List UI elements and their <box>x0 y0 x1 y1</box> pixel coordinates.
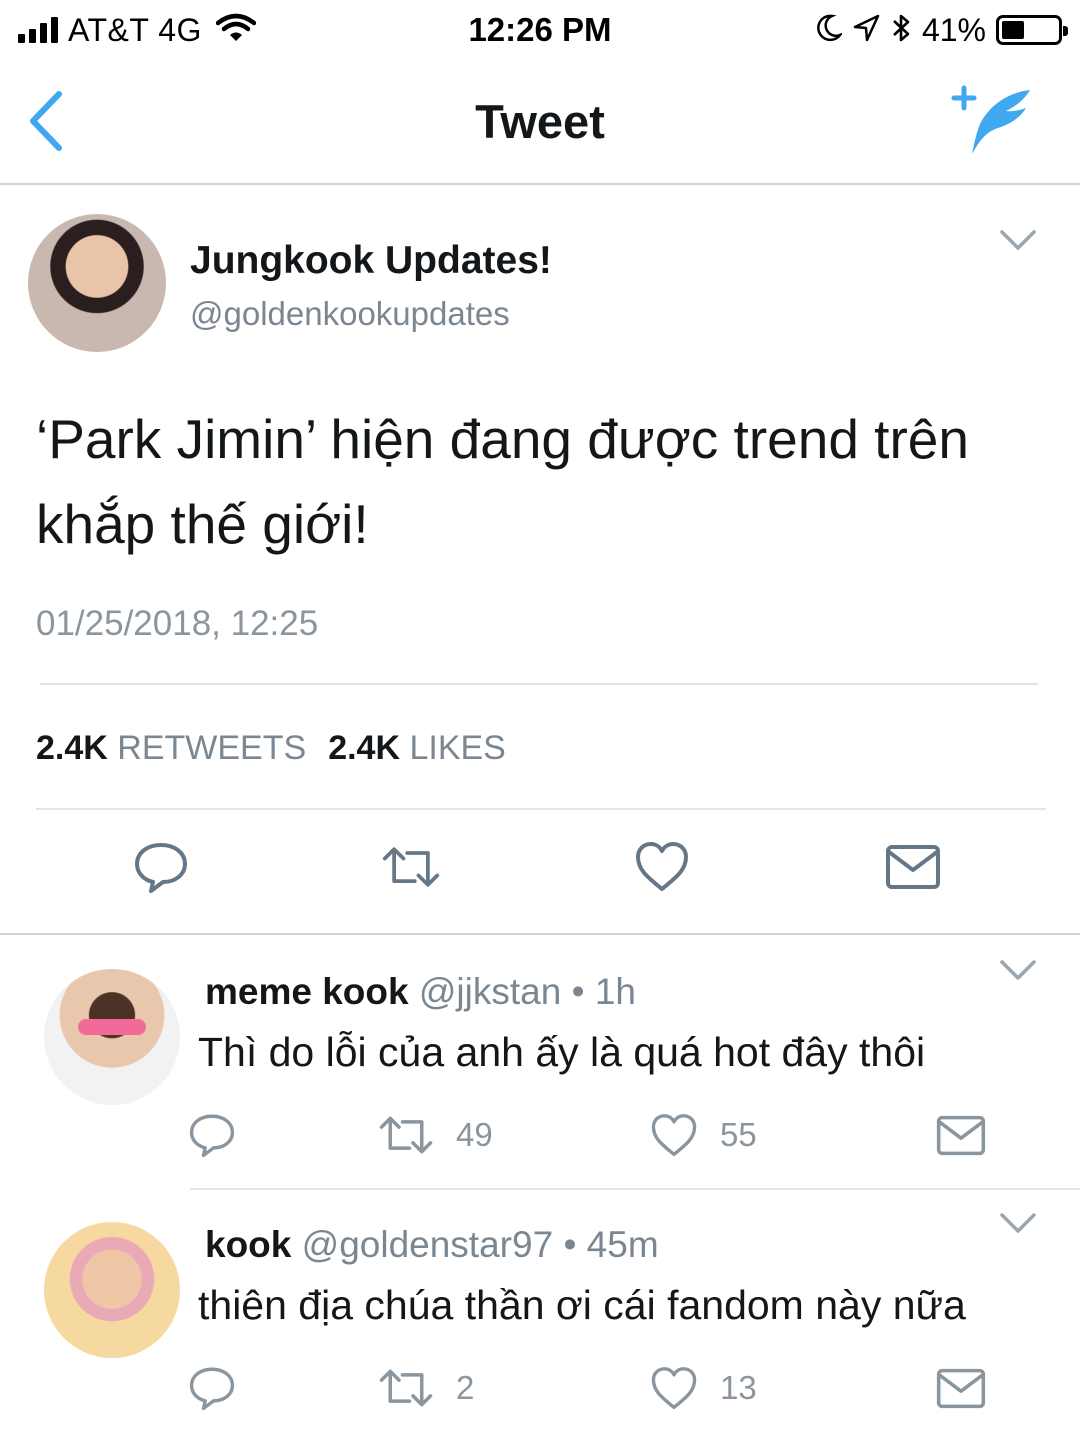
likes-count: 2.4K <box>328 729 401 767</box>
signal-icon <box>18 17 58 43</box>
compose-tweet-button[interactable] <box>950 84 1040 160</box>
status-left: AT&T 4G <box>18 10 257 50</box>
author-name[interactable]: Jungkook Updates! <box>190 239 552 283</box>
bluetooth-icon <box>890 12 912 49</box>
status-bar: AT&T 4G 12:26 PM 41% <box>0 0 1080 62</box>
tweet-stats: 2.4K RETWEETS 2.4K LIKES <box>36 729 506 768</box>
reply-button[interactable] <box>188 1360 236 1416</box>
likes-label: LIKES <box>409 729 506 767</box>
reply-author-handle[interactable]: @goldenstar97 <box>302 1224 554 1265</box>
reply-icon <box>189 1114 235 1158</box>
share-button[interactable] <box>936 1360 986 1416</box>
divider <box>36 808 1046 810</box>
avatar[interactable] <box>44 1222 180 1358</box>
heart-icon <box>636 842 688 891</box>
reply-text: Thì do lỗi của anh ấy là quá hot đây thô… <box>198 1029 926 1075</box>
reply-text: thiên địa chúa thần ơi cái fandom này nữ… <box>198 1282 966 1328</box>
reply-options-button[interactable] <box>998 1210 1038 1236</box>
retweet-count: 49 <box>456 1116 493 1153</box>
retweet-button[interactable] <box>381 837 441 897</box>
reply-tweet[interactable]: meme kook @jjkstan • 1h Thì do lỗi của a… <box>0 937 1080 1188</box>
moon-icon <box>814 13 844 48</box>
nav-bar: Tweet <box>0 62 1080 185</box>
compose-tweet-icon <box>951 85 1030 154</box>
tweet-timestamp: 01/25/2018, 12:25 <box>36 604 319 643</box>
wifi-icon <box>215 13 257 48</box>
share-button[interactable] <box>936 1107 986 1163</box>
carrier-label: AT&T 4G <box>68 11 202 48</box>
tweet-options-button[interactable] <box>998 227 1038 253</box>
reply-header: kook @goldenstar97 • 45m <box>205 1224 659 1266</box>
reply-author-handle[interactable]: @jjkstan <box>419 971 561 1012</box>
author-handle[interactable]: @goldenkookupdates <box>190 295 510 333</box>
reply-options-button[interactable] <box>998 957 1038 983</box>
retweet-button[interactable]: 2 <box>378 1360 474 1416</box>
like-count: 13 <box>720 1369 757 1406</box>
heart-icon <box>651 1366 697 1409</box>
chevron-down-icon <box>1000 1213 1036 1233</box>
likes-stat[interactable]: 2.4K LIKES <box>328 729 506 767</box>
reply-author-name[interactable]: meme kook <box>205 971 409 1012</box>
chevron-down-icon <box>1000 230 1036 250</box>
avatar[interactable] <box>44 969 180 1105</box>
status-right: 41% <box>814 10 1068 50</box>
retweet-count: 2 <box>456 1369 475 1406</box>
like-button[interactable] <box>632 837 692 897</box>
tweet-text: ‘Park Jimin’ hiện đang được trend trên k… <box>36 408 969 555</box>
reply-time: • 1h <box>571 971 636 1012</box>
heart-icon <box>651 1113 697 1156</box>
reply-action-bar: 2 13 <box>0 1360 1080 1416</box>
reply-time: • 45m <box>563 1224 659 1265</box>
reply-action-bar: 49 55 <box>0 1107 1080 1163</box>
reply-button[interactable] <box>188 1107 236 1163</box>
tweet-action-bar <box>0 837 1080 907</box>
reply-tweet[interactable]: kook @goldenstar97 • 45m thiên địa chúa … <box>0 1190 1080 1445</box>
share-button[interactable] <box>883 837 943 897</box>
like-count: 55 <box>720 1116 757 1153</box>
retweets-label: RETWEETS <box>117 729 307 767</box>
reply-author-name[interactable]: kook <box>205 1224 291 1265</box>
like-button[interactable]: 55 <box>650 1107 757 1163</box>
retweet-button[interactable]: 49 <box>378 1107 493 1163</box>
retweet-icon <box>379 1369 433 1407</box>
battery-icon <box>996 15 1068 45</box>
divider <box>40 683 1038 685</box>
main-tweet: Jungkook Updates! @goldenkookupdates ‘Pa… <box>0 187 1080 935</box>
retweets-stat[interactable]: 2.4K RETWEETS <box>36 729 306 767</box>
reply-header: meme kook @jjkstan • 1h <box>205 971 636 1013</box>
envelope-icon <box>886 845 940 889</box>
like-button[interactable]: 13 <box>650 1360 757 1416</box>
retweets-count: 2.4K <box>36 729 108 767</box>
envelope-icon <box>936 1115 986 1155</box>
reply-icon <box>135 843 187 893</box>
sunglasses-icon <box>78 1019 146 1035</box>
avatar[interactable] <box>28 214 166 352</box>
reply-icon <box>189 1367 235 1411</box>
battery-level <box>1002 21 1024 39</box>
battery-percent: 41% <box>921 11 986 48</box>
location-icon <box>852 13 880 48</box>
reply-button[interactable] <box>131 837 191 897</box>
envelope-icon <box>936 1368 986 1408</box>
retweet-icon <box>382 847 440 887</box>
chevron-down-icon <box>1000 960 1036 980</box>
retweet-icon <box>379 1116 433 1154</box>
page-title: Tweet <box>475 95 605 148</box>
